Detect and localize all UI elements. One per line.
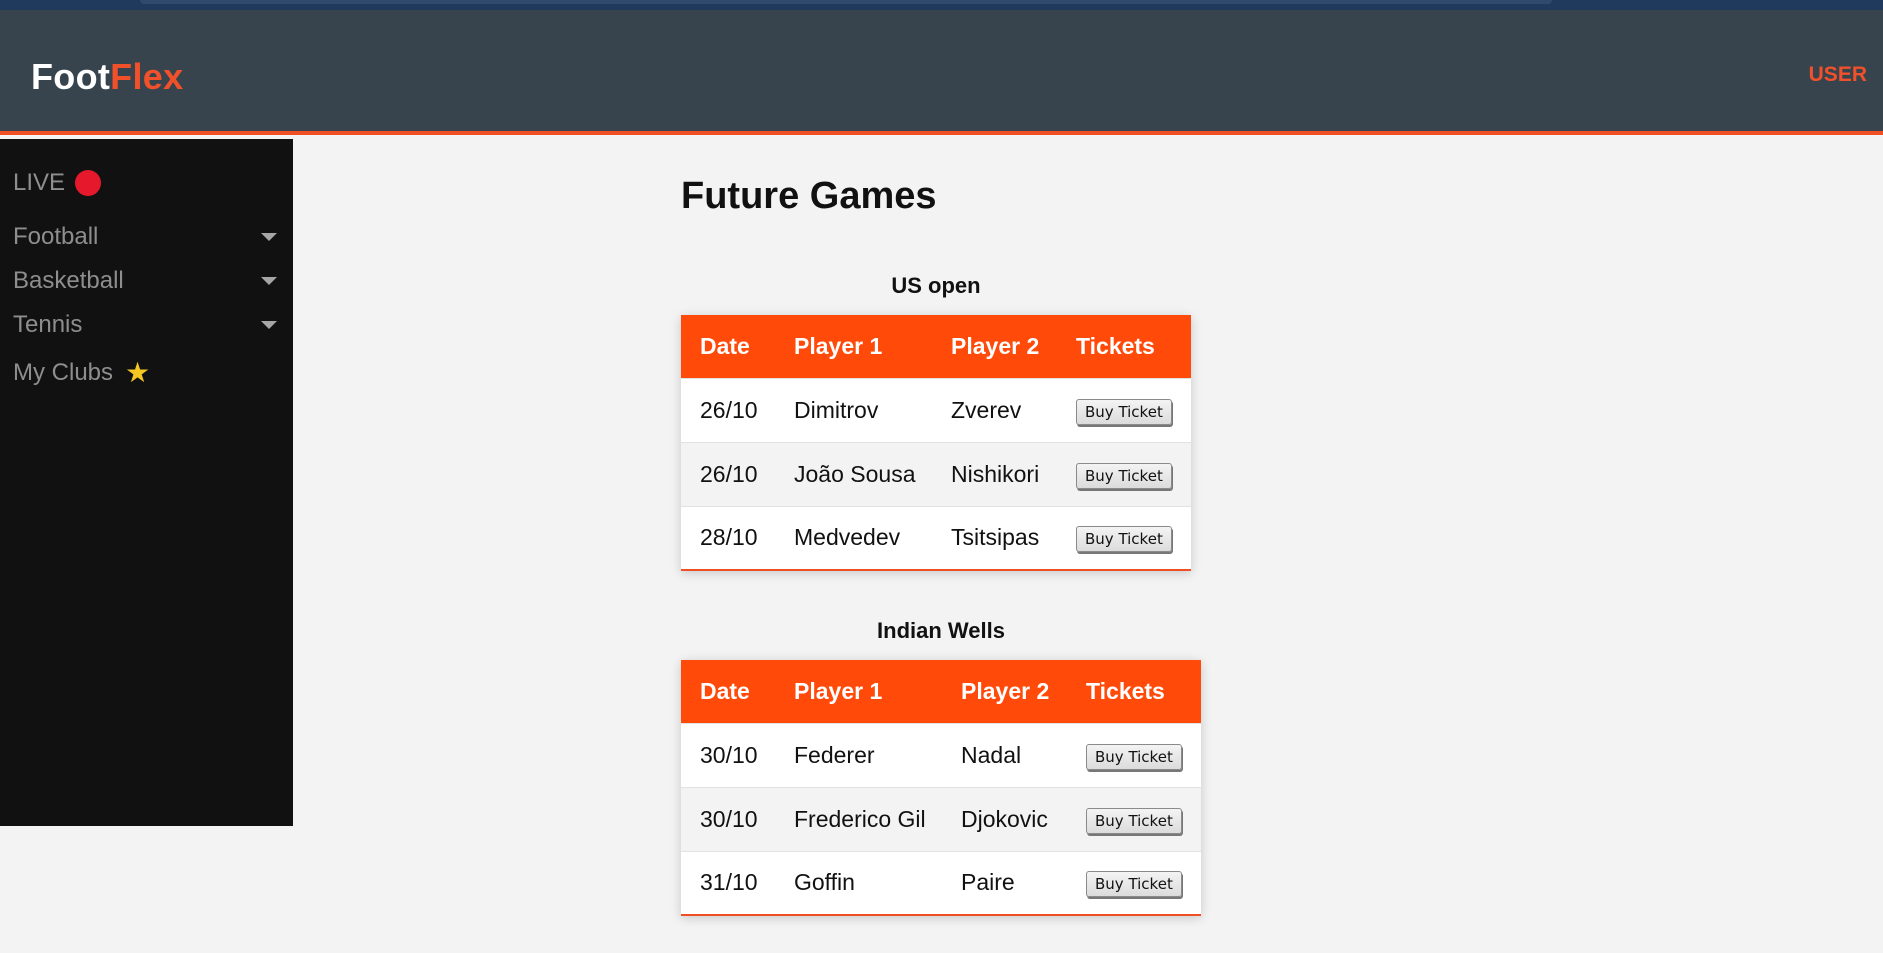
logo-text-foot: Foot: [31, 56, 111, 97]
table-row: 31/10 Goffin Paire Buy Ticket: [681, 850, 1201, 915]
tournament-title: Indian Wells: [877, 618, 1005, 643]
buy-ticket-button[interactable]: Buy Ticket: [1086, 743, 1182, 770]
sidebar-item-label: Basketball: [13, 267, 124, 294]
game-date: 26/10: [681, 441, 775, 506]
buy-ticket-button[interactable]: Buy Ticket: [1076, 462, 1172, 489]
column-header-player-2: Player 2: [961, 677, 1050, 704]
table-row: 30/10 Frederico Gil Djokovic Buy Ticket: [681, 786, 1201, 851]
table-row: 30/10 Federer Nadal Buy Ticket: [681, 722, 1201, 787]
player-2: Nadal: [942, 722, 1067, 787]
table-row: 26/10 João Sousa Nishikori Buy Ticket: [681, 441, 1191, 506]
sidebar-item-tennis[interactable]: Tennis: [13, 311, 277, 339]
column-header-player-2: Player 2: [951, 332, 1040, 359]
player-2: Paire: [942, 850, 1067, 915]
buy-ticket-button[interactable]: Buy Ticket: [1086, 871, 1182, 898]
browser-top-strip: [0, 0, 1883, 10]
player-1: João Sousa: [775, 441, 932, 506]
games-table-us-open: Date Player 1 Player 2 Tickets 26/10 Dim…: [681, 315, 1191, 571]
caret-down-icon: [261, 321, 277, 329]
player-2: Zverev: [932, 377, 1057, 442]
top-header: FootFlex USER: [0, 10, 1883, 135]
live-dot-icon: [75, 170, 102, 196]
tickets-cell: Buy Ticket: [1057, 441, 1191, 506]
tickets-cell: Buy Ticket: [1067, 722, 1201, 787]
sidebar-item-my-clubs[interactable]: My Clubs ★: [13, 359, 277, 387]
player-2: Djokovic: [942, 786, 1067, 851]
table-row: 28/10 Medvedev Tsitsipas Buy Ticket: [681, 505, 1191, 570]
player-1: Federer: [775, 722, 942, 787]
sidebar-item-basketball[interactable]: Basketball: [13, 267, 277, 295]
user-menu-link[interactable]: USER: [1809, 63, 1867, 87]
caret-down-icon: [261, 233, 277, 241]
game-date: 28/10: [681, 505, 775, 570]
table-header-row: Date Player 1 Player 2 Tickets: [681, 660, 1201, 723]
buy-ticket-button[interactable]: Buy Ticket: [1076, 398, 1172, 425]
caret-down-icon: [261, 277, 277, 285]
player-1: Dimitrov: [775, 377, 932, 442]
sidebar: LIVE Football Basketball Tennis My Clubs…: [0, 139, 293, 826]
table-row: 26/10 Dimitrov Zverev Buy Ticket: [681, 377, 1191, 442]
logo-text-flex: Flex: [110, 56, 184, 97]
page-title: Future Games: [681, 175, 937, 217]
table-header-row: Date Player 1 Player 2 Tickets: [681, 315, 1191, 378]
player-1: Frederico Gil: [775, 786, 942, 851]
column-header-date: Date: [700, 332, 750, 359]
sidebar-item-label: LIVE: [13, 169, 66, 196]
tickets-cell: Buy Ticket: [1067, 850, 1201, 915]
game-date: 26/10: [681, 377, 775, 442]
column-header-date: Date: [700, 677, 750, 704]
player-1: Goffin: [775, 850, 942, 915]
column-header-player-1: Player 1: [794, 332, 883, 359]
game-date: 30/10: [681, 786, 775, 851]
column-header-player-1: Player 1: [794, 677, 883, 704]
tickets-cell: Buy Ticket: [1057, 505, 1191, 570]
player-2: Nishikori: [932, 441, 1057, 506]
games-table-indian-wells: Date Player 1 Player 2 Tickets 30/10 Fed…: [681, 660, 1201, 916]
game-date: 30/10: [681, 722, 775, 787]
column-header-tickets: Tickets: [1086, 677, 1165, 704]
sidebar-item-football[interactable]: Football: [13, 223, 277, 251]
player-1: Medvedev: [775, 505, 932, 570]
buy-ticket-button[interactable]: Buy Ticket: [1086, 807, 1182, 834]
app-logo[interactable]: FootFlex: [31, 56, 183, 98]
sidebar-item-label: My Clubs: [13, 359, 114, 386]
tickets-cell: Buy Ticket: [1067, 786, 1201, 851]
tournament-title: US open: [891, 273, 981, 298]
buy-ticket-button[interactable]: Buy Ticket: [1076, 526, 1172, 553]
game-date: 31/10: [681, 850, 775, 915]
tickets-cell: Buy Ticket: [1057, 377, 1191, 442]
star-icon: ★: [125, 357, 151, 388]
sidebar-item-label: Tennis: [13, 311, 83, 338]
sidebar-item-live[interactable]: LIVE: [13, 169, 277, 197]
sidebar-item-label: Football: [13, 223, 99, 250]
player-2: Tsitsipas: [932, 505, 1057, 570]
column-header-tickets: Tickets: [1076, 332, 1155, 359]
